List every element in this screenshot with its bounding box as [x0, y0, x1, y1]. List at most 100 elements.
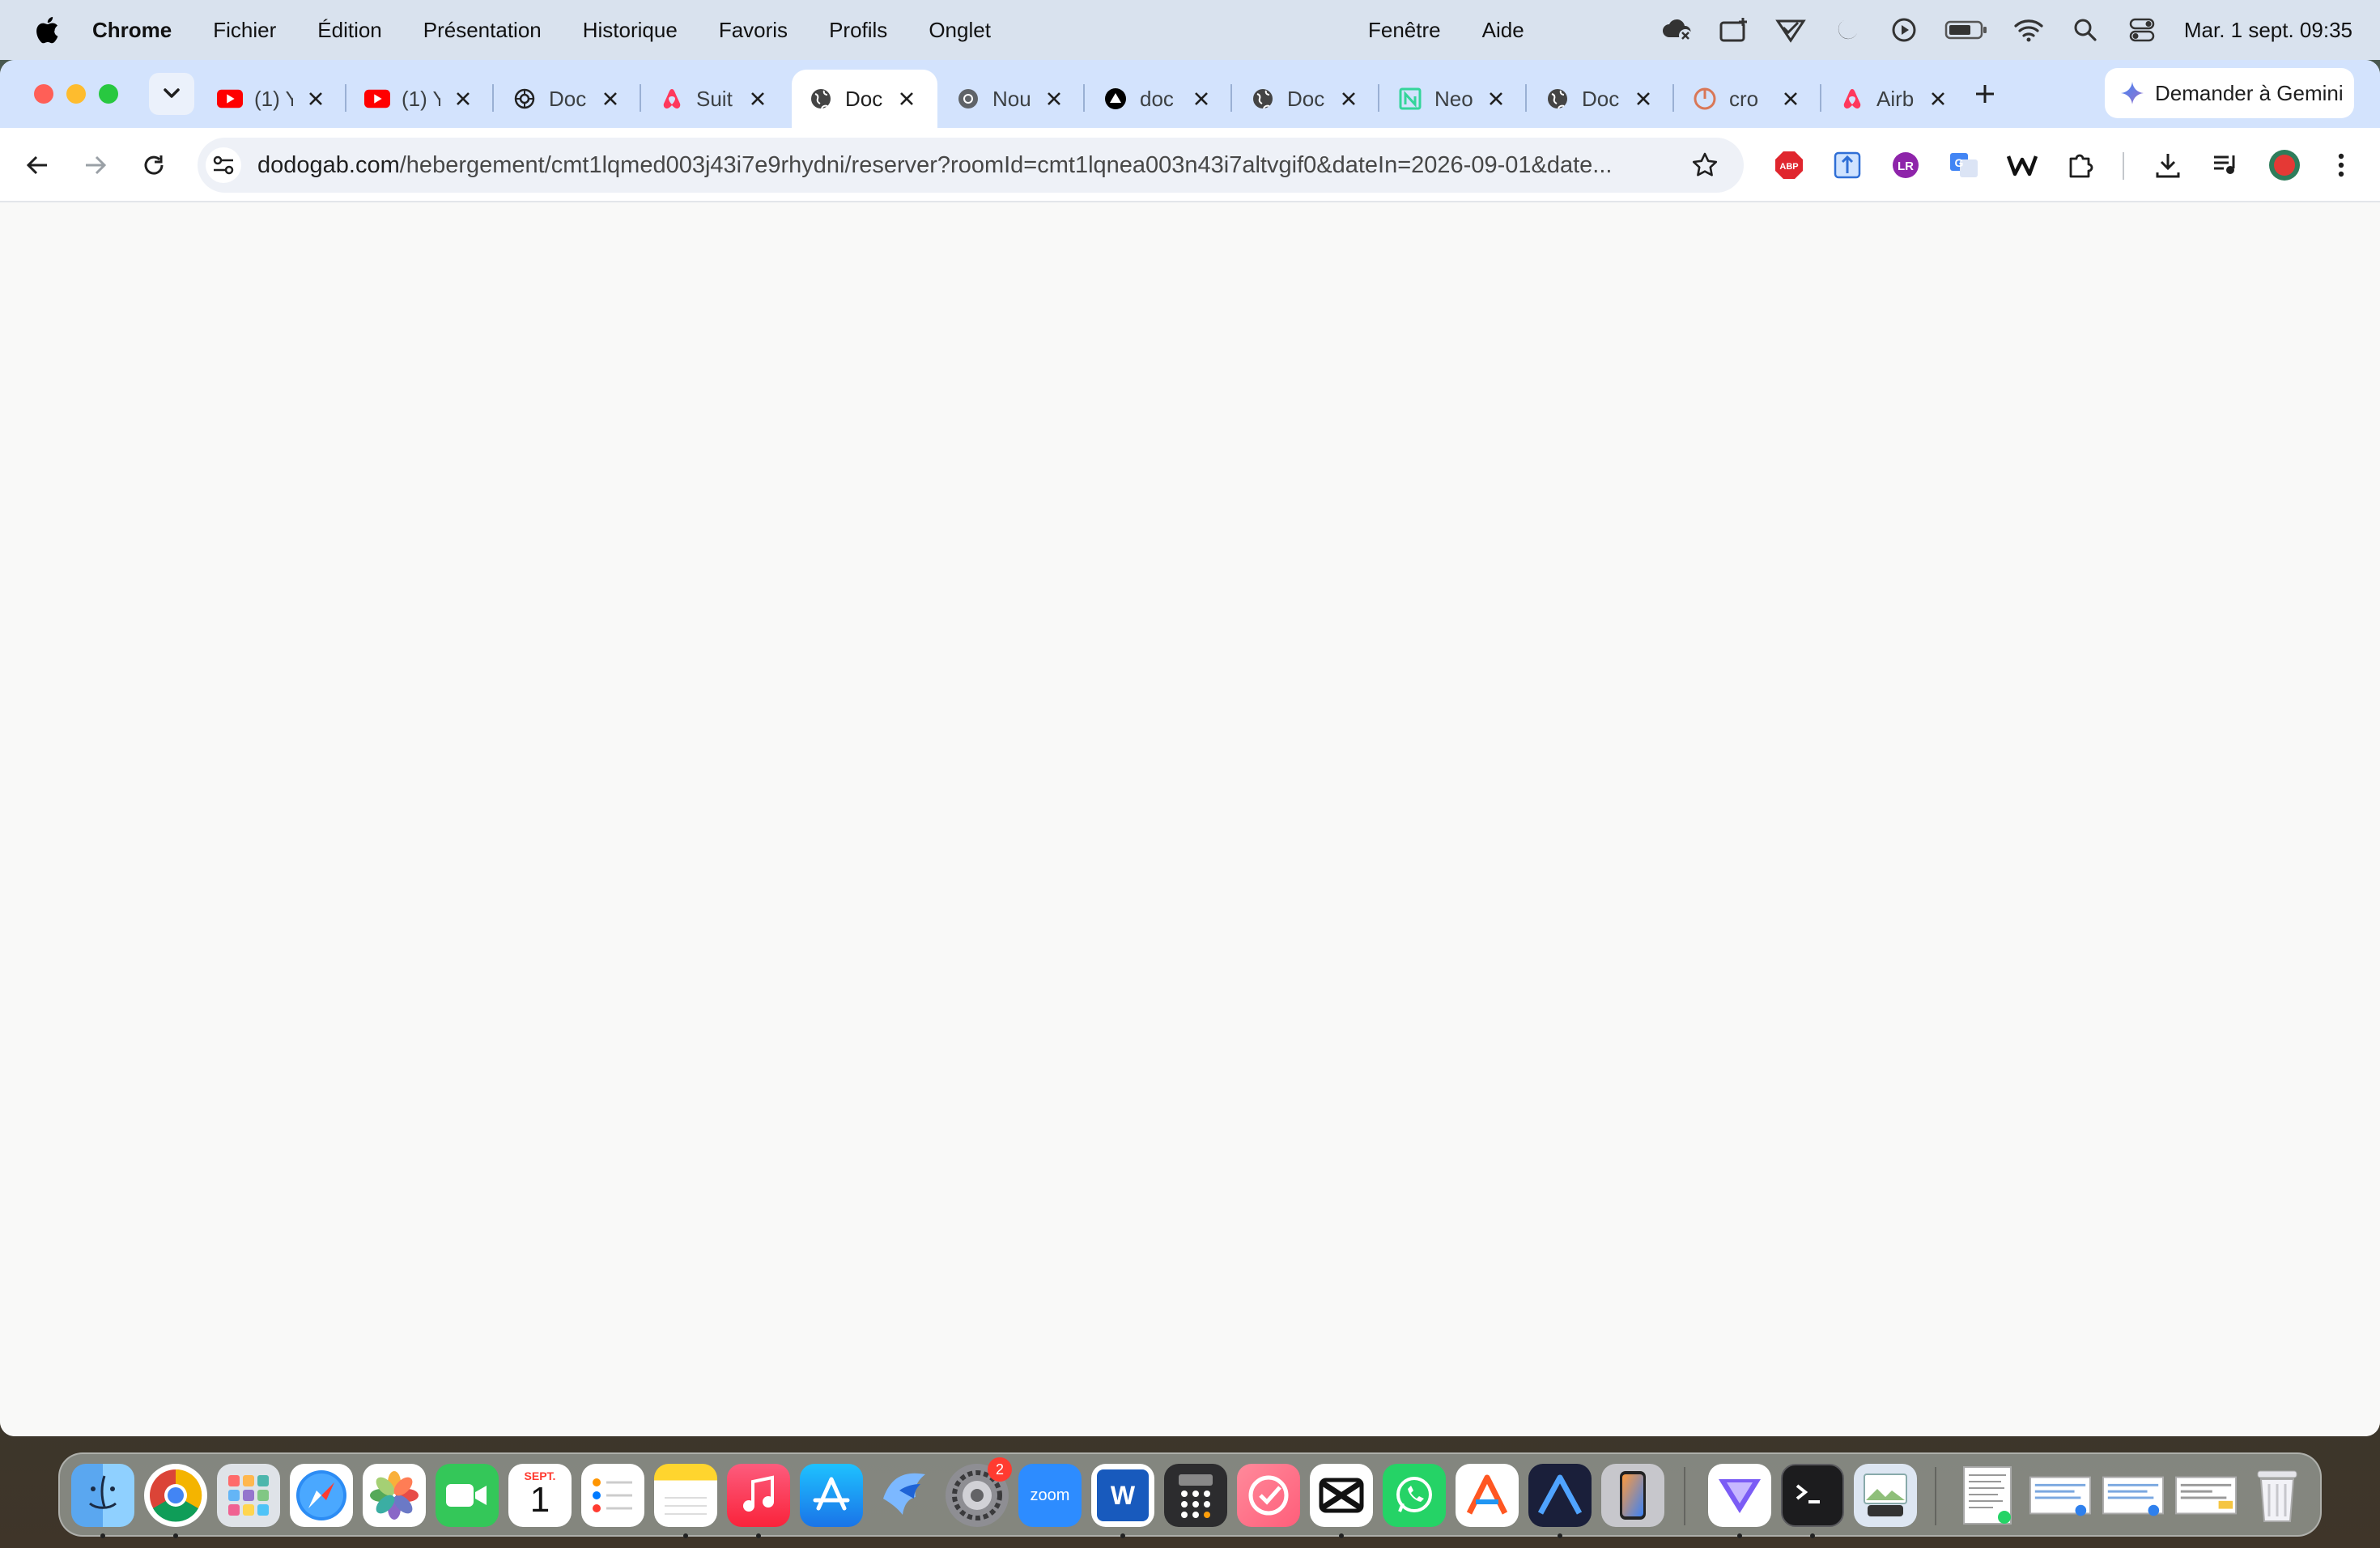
url-text[interactable]: dodogab.com/hebergement/cmt1lqmed003j43i…	[257, 152, 1666, 179]
globe-icon	[808, 86, 834, 112]
vpn-icon[interactable]	[1773, 12, 1808, 48]
menu-favoris[interactable]: Favoris	[719, 18, 788, 43]
extension-purple-icon[interactable]: LR	[1888, 147, 1923, 183]
tab[interactable]: Airb	[1823, 70, 1969, 128]
tab[interactable]: cro	[1676, 70, 1821, 128]
dock-chrome-icon[interactable]	[144, 1464, 207, 1527]
tab[interactable]: doc	[1086, 70, 1232, 128]
tab[interactable]: Neo	[1381, 70, 1527, 128]
close-tab-icon[interactable]	[745, 86, 771, 112]
dock-artstudio-icon[interactable]	[1456, 1464, 1519, 1527]
close-tab-icon[interactable]	[1041, 86, 1067, 112]
dock-preview-icon[interactable]	[1854, 1464, 1917, 1527]
cloud-off-icon[interactable]	[1660, 12, 1695, 48]
tab-search-button[interactable]	[149, 73, 194, 115]
dock-iphone-mirroring-icon[interactable]	[1601, 1464, 1664, 1527]
tab[interactable]: Suit	[643, 70, 788, 128]
dock-zoom-icon[interactable]: zoom	[1018, 1464, 1082, 1527]
tab[interactable]: Doc	[1234, 70, 1379, 128]
menu-app-chrome[interactable]: Chrome	[92, 18, 172, 43]
wikiwand-icon[interactable]	[2004, 147, 2040, 183]
dock-trash-icon[interactable]	[2246, 1464, 2309, 1527]
close-tab-icon[interactable]	[1925, 86, 1951, 112]
control-center-icon[interactable]	[2124, 12, 2160, 48]
tab[interactable]: Nou	[939, 70, 1085, 128]
dock-downloads-stack-icon[interactable]	[1956, 1464, 2019, 1527]
menu-presentation[interactable]: Présentation	[423, 18, 542, 43]
plus-icon	[1976, 85, 1994, 103]
menu-historique[interactable]: Historique	[583, 18, 678, 43]
menu-edition[interactable]: Édition	[317, 18, 382, 43]
dock-notes-icon[interactable]	[654, 1464, 717, 1527]
site-info-icon[interactable]	[206, 147, 241, 183]
dock-music-icon[interactable]	[727, 1464, 790, 1527]
close-window-button[interactable]	[34, 84, 53, 104]
dock-affinity-icon[interactable]	[1528, 1464, 1592, 1527]
reload-button[interactable]	[134, 146, 173, 185]
profile-avatar-icon[interactable]	[2267, 147, 2302, 183]
menu-onglet[interactable]: Onglet	[929, 18, 991, 43]
forward-button[interactable]	[76, 146, 115, 185]
menu-fichier[interactable]: Fichier	[213, 18, 276, 43]
tab[interactable]: Doc	[1528, 70, 1674, 128]
puzzle-icon[interactable]	[2063, 147, 2098, 183]
bookmark-star-icon[interactable]	[1689, 149, 1721, 181]
screen-add-icon[interactable]	[1716, 12, 1752, 48]
back-button[interactable]	[18, 146, 57, 185]
address-bar[interactable]: dodogab.com/hebergement/cmt1lqmed003j43i…	[198, 138, 1744, 193]
dock-finder-icon[interactable]	[71, 1464, 134, 1527]
close-tab-icon[interactable]	[450, 86, 476, 112]
close-tab-icon[interactable]	[894, 86, 920, 112]
apple-icon[interactable]	[32, 12, 62, 48]
close-tab-icon[interactable]	[1483, 86, 1509, 112]
new-tab-button[interactable]	[1969, 78, 2001, 110]
dock-photos-icon[interactable]	[363, 1464, 426, 1527]
close-tab-icon[interactable]	[1630, 86, 1656, 112]
menu-clock[interactable]: Mar. 1 sept. 09:35	[2184, 18, 2352, 43]
media-controls-icon[interactable]	[2208, 147, 2244, 183]
tab-active[interactable]: Doc	[792, 70, 937, 128]
dock-document-preview-icon[interactable]	[2102, 1464, 2165, 1527]
adblock-icon[interactable]: ABP	[1771, 147, 1807, 183]
dock-proton-vpn-icon[interactable]	[1708, 1464, 1771, 1527]
ask-gemini-button[interactable]: Demander à Gemini	[2105, 68, 2354, 118]
close-tab-icon[interactable]	[1778, 86, 1804, 112]
more-vert-icon[interactable]	[2323, 147, 2359, 183]
menu-aide[interactable]: Aide	[1482, 18, 1524, 43]
close-tab-icon[interactable]	[1336, 86, 1362, 112]
tab[interactable]: Doc	[495, 70, 641, 128]
dock-document-preview-icon[interactable]	[2029, 1464, 2092, 1527]
tab[interactable]: (1) Y	[348, 70, 494, 128]
dock-document-preview-icon[interactable]	[2174, 1464, 2238, 1527]
fullscreen-window-button[interactable]	[99, 84, 118, 104]
dock-checklist-icon[interactable]	[1237, 1464, 1300, 1527]
search-icon[interactable]	[2068, 12, 2103, 48]
dock-calculator-icon[interactable]	[1164, 1464, 1227, 1527]
tab[interactable]: (1) Y	[201, 70, 346, 128]
google-translate-icon[interactable]: G	[1946, 147, 1982, 183]
url-host: dodogab.com	[257, 151, 400, 178]
download-icon[interactable]	[2150, 147, 2186, 183]
wifi-icon[interactable]	[2011, 12, 2046, 48]
dock-capcut-icon[interactable]	[1310, 1464, 1373, 1527]
dock-terminal-icon[interactable]	[1781, 1464, 1844, 1527]
dock-calendar-icon[interactable]: SEPT. 1	[508, 1464, 572, 1527]
close-tab-icon[interactable]	[597, 86, 623, 112]
close-tab-icon[interactable]	[1188, 86, 1214, 112]
close-tab-icon[interactable]	[303, 86, 329, 112]
battery-icon[interactable]	[1943, 12, 1990, 48]
menu-profils[interactable]: Profils	[829, 18, 887, 43]
dock-copilot-icon[interactable]	[873, 1464, 936, 1527]
menu-fenetre[interactable]: Fenêtre	[1368, 18, 1441, 43]
dock-whatsapp-icon[interactable]	[1383, 1464, 1446, 1527]
minimize-window-button[interactable]	[66, 84, 86, 104]
extension-blue-icon[interactable]	[1830, 147, 1865, 183]
play-icon[interactable]	[1886, 12, 1922, 48]
moon-icon[interactable]	[1830, 12, 1865, 48]
dock-app-store-icon[interactable]	[800, 1464, 863, 1527]
dock-facetime-icon[interactable]	[436, 1464, 499, 1527]
dock-word-icon[interactable]: W	[1091, 1464, 1154, 1527]
dock-safari-icon[interactable]	[290, 1464, 353, 1527]
dock-launchpad-icon[interactable]	[217, 1464, 280, 1527]
dock-reminders-icon[interactable]	[581, 1464, 644, 1527]
